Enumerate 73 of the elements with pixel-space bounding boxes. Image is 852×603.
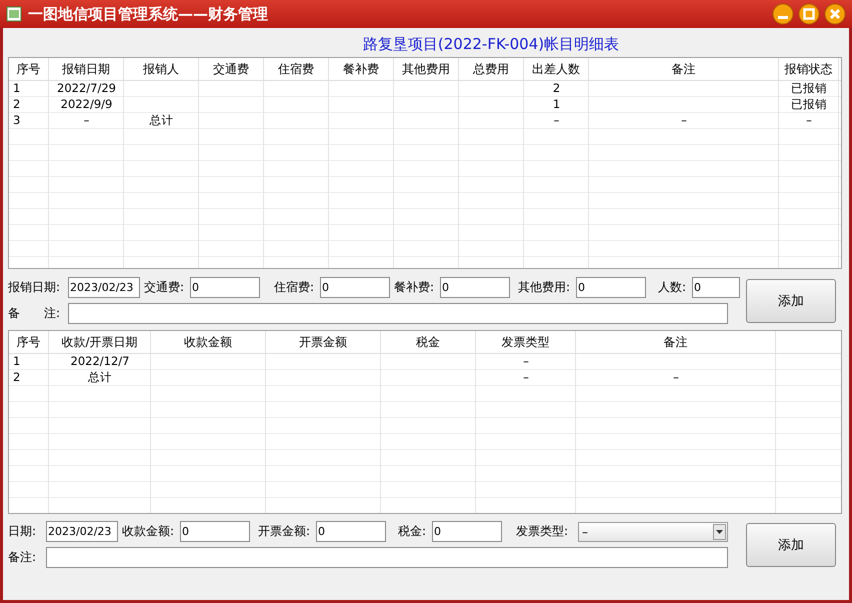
field-label: 报销日期:	[8, 279, 62, 296]
column-header[interactable]: 报销人	[124, 58, 199, 80]
field-label: 交通费:	[144, 279, 186, 296]
field-label: 人数:	[658, 279, 688, 296]
table-cell: 已报销	[791, 97, 827, 111]
invoice-type-dropdown[interactable]: –	[578, 522, 728, 542]
column-header[interactable]: 收款/开票日期	[61, 335, 138, 349]
column-header[interactable]: 序号	[16, 335, 40, 349]
field-label: 其他费用:	[518, 279, 572, 296]
column-header[interactable]: 收款金额	[184, 335, 232, 349]
field-label: 开票金额:	[258, 523, 312, 540]
add-button[interactable]: 添加	[746, 278, 836, 322]
column-header[interactable]: 备注	[664, 335, 688, 349]
table-cell: –	[554, 113, 560, 127]
input-field[interactable]: 0	[432, 521, 502, 542]
column-header[interactable]: 总费用	[459, 58, 524, 80]
minimize-button[interactable]	[772, 3, 794, 25]
field-label: 备 注:	[8, 305, 62, 322]
table-cell: –	[681, 113, 687, 127]
input-field[interactable]: 2023/02/23	[68, 277, 140, 298]
column-header[interactable]: 报销状态	[779, 58, 839, 80]
input-field[interactable]: 0	[316, 521, 386, 542]
close-button[interactable]	[824, 3, 846, 25]
table-cell: 总计	[88, 370, 112, 384]
table-cell: –	[523, 354, 529, 368]
column-header[interactable]: 出差人数	[524, 58, 589, 80]
table-cell: 2	[13, 370, 20, 384]
table-cell: 2022/9/9	[60, 97, 112, 111]
table-cell: –	[523, 370, 529, 384]
table-cell: –	[806, 113, 812, 127]
app-icon	[6, 6, 22, 22]
add-button[interactable]: 添加	[746, 522, 836, 566]
field-label: 税金:	[398, 523, 428, 540]
window-title: 一图地信项目管理系统——财务管理	[28, 4, 269, 24]
table-cell: –	[673, 370, 679, 384]
table-cell: 1	[552, 97, 560, 111]
field-label: 发票类型:	[516, 523, 570, 540]
column-header[interactable]: 开票金额	[299, 335, 347, 349]
report-heading: 路复垦项目(2022-FK-004)帐目明细表	[362, 34, 620, 55]
column-header[interactable]: 交通费	[199, 58, 264, 80]
column-header[interactable]: 住宿费	[264, 58, 329, 80]
input-field[interactable]: 0	[440, 277, 510, 298]
field-label: 收款金额:	[122, 523, 176, 540]
input-field[interactable]: 0	[692, 277, 740, 298]
column-header[interactable]: 餐补费	[329, 58, 394, 80]
maximize-button[interactable]	[798, 3, 820, 25]
remark-field[interactable]	[46, 547, 728, 568]
input-field[interactable]: 2023/02/23	[46, 521, 118, 542]
input-field[interactable]: 0	[190, 277, 260, 298]
field-label: 餐补费:	[394, 279, 436, 296]
table-cell: 已报销	[791, 81, 827, 95]
table-cell: –	[84, 113, 90, 127]
column-header[interactable]: 税金	[416, 335, 440, 349]
table-cell: 2022/7/29	[57, 81, 116, 95]
table-cell: 2	[552, 81, 560, 95]
input-field[interactable]: 0	[180, 521, 250, 542]
table-cell: 1	[13, 354, 20, 368]
table-cell: 2022/12/7	[70, 354, 130, 368]
field-label: 备注:	[8, 549, 38, 566]
table-cell: 1	[13, 81, 20, 95]
table-cell: 总计	[150, 113, 174, 127]
column-header[interactable]: 报销日期	[49, 58, 124, 80]
column-header[interactable]: 备注	[589, 58, 779, 80]
table-cell: 3	[13, 113, 20, 127]
field-label: 日期:	[8, 523, 38, 540]
column-header[interactable]: 序号	[9, 58, 49, 80]
field-label: 住宿费:	[274, 279, 316, 296]
remark-field[interactable]	[68, 303, 728, 324]
column-header[interactable]: 发票类型	[502, 335, 550, 349]
input-field[interactable]: 0	[576, 277, 646, 298]
table-cell: 2	[13, 97, 20, 111]
input-field[interactable]: 0	[320, 277, 390, 298]
column-header[interactable]: 其他费用	[394, 58, 459, 80]
